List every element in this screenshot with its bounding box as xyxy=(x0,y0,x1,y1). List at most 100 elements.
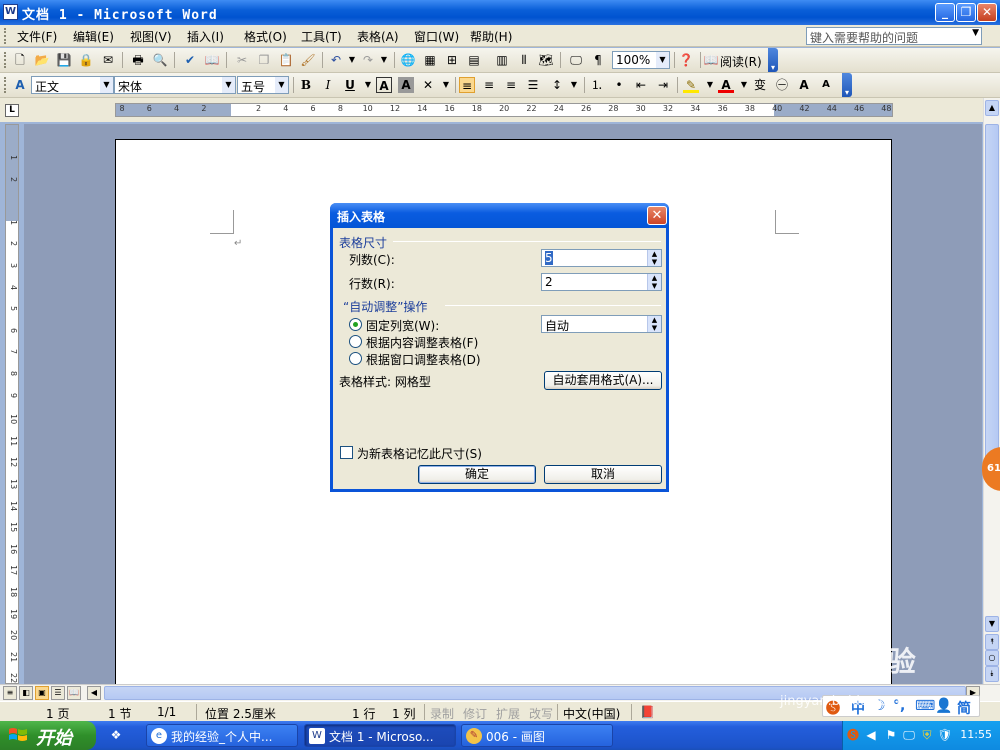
minimize-button[interactable]: _ xyxy=(935,3,955,22)
columns-stepper[interactable]: 5 ▲ ▼ xyxy=(541,249,662,267)
enclose-char-icon[interactable]: ㊀ xyxy=(774,77,790,93)
font-size-select[interactable]: 五号 ▼ xyxy=(237,76,289,94)
document-map-icon[interactable]: 🗺 xyxy=(538,52,554,68)
paste-icon[interactable]: 📋 xyxy=(278,52,294,68)
taskbar-item-paint[interactable]: ✎ 006 - 画图 xyxy=(461,724,613,747)
redo-dropdown-icon[interactable]: ▼ xyxy=(376,52,392,68)
bold-icon[interactable]: B xyxy=(298,77,314,93)
numbering-icon[interactable]: ⒈ xyxy=(589,77,605,93)
toolbar-options-icon[interactable]: ▾ xyxy=(842,73,852,97)
insert-table-icon[interactable]: ⊞ xyxy=(444,52,460,68)
align-right-icon[interactable]: ≡ xyxy=(503,77,519,93)
web-view-icon[interactable]: ◧ xyxy=(19,686,33,700)
show-hide-icon[interactable]: ¶ xyxy=(590,52,606,68)
style-select[interactable]: 正文 ▼ xyxy=(31,76,114,94)
scroll-up-icon[interactable]: ▲ xyxy=(985,100,999,116)
grow-font-icon[interactable]: A xyxy=(796,77,812,93)
quicklaunch-icon[interactable]: ❖ xyxy=(108,727,124,743)
menu-tools[interactable]: 工具(T) xyxy=(301,28,342,45)
status-extend[interactable]: 扩展 xyxy=(496,705,520,722)
shrink-font-icon[interactable]: A xyxy=(818,77,834,93)
chevron-down-icon[interactable]: ▼ xyxy=(100,77,113,93)
help-search-input[interactable]: 键入需要帮助的问题 ▼ xyxy=(806,27,982,45)
chevron-down-icon[interactable]: ▼ xyxy=(275,77,288,93)
previous-page-icon[interactable]: ⯭ xyxy=(985,634,999,650)
styles-formatting-icon[interactable]: A xyxy=(12,77,28,93)
status-overtype[interactable]: 改写 xyxy=(529,705,553,722)
taskbar-item-browser[interactable]: e 我的经验_个人中... xyxy=(146,724,298,747)
tray-app-icon[interactable]: ⚑ xyxy=(883,727,899,743)
menu-insert[interactable]: 插入(I) xyxy=(187,28,224,45)
cancel-button[interactable]: 取消 xyxy=(544,465,662,484)
reading-view-icon[interactable]: 📖 xyxy=(67,686,81,700)
spin-arrows-icon[interactable]: ▲ ▼ xyxy=(647,316,661,332)
toolbar-grip[interactable] xyxy=(4,52,7,68)
ime-user-icon[interactable]: 👤 xyxy=(935,698,952,714)
underline-dropdown-icon[interactable]: ▼ xyxy=(360,77,376,93)
start-button[interactable]: 开始 xyxy=(0,721,96,750)
tray-ime-icon[interactable]: 🅢 xyxy=(845,727,861,743)
font-color-dropdown-icon[interactable]: ▼ xyxy=(736,77,752,93)
help-icon[interactable]: ❓ xyxy=(678,52,694,68)
scrollbar-thumb[interactable] xyxy=(985,124,999,464)
copy-icon[interactable]: ❐ xyxy=(256,52,272,68)
status-language[interactable]: 中文(中国) xyxy=(563,705,620,722)
line-spacing-icon[interactable]: ↕ xyxy=(549,77,565,93)
new-document-icon[interactable]: 🗋 xyxy=(12,52,28,68)
horizontal-ruler[interactable]: 8 6 4 2 2 4 6 8 10 12 14 16 18 20 22 24 26 28 30 32 34 36 38 40… xyxy=(115,103,893,117)
outline-view-icon[interactable]: ☰ xyxy=(51,686,65,700)
menu-format[interactable]: 格式(O) xyxy=(244,28,287,45)
ime-simplified-mode[interactable]: 简 xyxy=(957,698,971,718)
menu-help[interactable]: 帮助(H) xyxy=(470,28,512,45)
format-painter-icon[interactable]: 🖌 xyxy=(300,52,316,68)
insert-excel-icon[interactable]: ▤ xyxy=(466,52,482,68)
taskbar-item-word[interactable]: W 文档 1 - Microso... xyxy=(304,724,456,747)
menu-file[interactable]: 文件(F) xyxy=(17,28,57,45)
remember-size-checkbox[interactable] xyxy=(340,446,353,459)
bullets-icon[interactable]: • xyxy=(611,77,627,93)
permission-icon[interactable]: 🔒 xyxy=(78,52,94,68)
spin-arrows-icon[interactable]: ▲ ▼ xyxy=(647,250,661,266)
vertical-ruler[interactable]: 1 2 1 2 3 4 5 6 7 8 9 10 11 12 13 14 15 16 17 18 19 20 21 22 xyxy=(5,124,19,684)
autofit-window-radio[interactable] xyxy=(349,352,362,365)
drawing-icon[interactable]: ⫴ xyxy=(516,52,532,68)
status-track-changes[interactable]: 修订 xyxy=(463,705,487,722)
print-preview-icon[interactable]: 🔍 xyxy=(152,52,168,68)
chevron-down-icon[interactable]: ▼ xyxy=(222,77,235,93)
line-spacing-dropdown-icon[interactable]: ▼ xyxy=(566,77,582,93)
tab-selector-button[interactable]: L xyxy=(5,104,19,117)
char-shading-icon[interactable]: A xyxy=(398,77,414,93)
ok-button[interactable]: 确定 xyxy=(418,465,536,484)
char-scale-icon[interactable]: ✕ xyxy=(420,77,436,93)
scroll-down-icon[interactable]: ▼ xyxy=(985,616,999,632)
dialog-close-button[interactable]: ✕ xyxy=(647,206,667,225)
decrease-indent-icon[interactable]: ⇤ xyxy=(633,77,649,93)
chevron-down-icon[interactable]: ▼ xyxy=(972,28,979,38)
toolbar-options-icon[interactable]: ▾ xyxy=(768,48,778,72)
close-button[interactable]: ✕ xyxy=(977,3,997,22)
rows-stepper[interactable]: 2 ▲ ▼ xyxy=(541,273,662,291)
undo-dropdown-icon[interactable]: ▼ xyxy=(344,52,360,68)
fixed-width-stepper[interactable]: 自动 ▲ ▼ xyxy=(541,315,662,333)
menu-table[interactable]: 表格(A) xyxy=(357,28,399,45)
menu-view[interactable]: 视图(V) xyxy=(130,28,172,45)
autofit-content-radio[interactable] xyxy=(349,335,362,348)
ime-toolbar[interactable]: 🅢 中 ☽ °, ⌨ 👤 简 xyxy=(822,695,980,717)
autoformat-button[interactable]: 自动套用格式(A)... xyxy=(544,371,662,390)
cut-icon[interactable]: ✂ xyxy=(234,52,250,68)
spelling-status-icon[interactable]: 📕 xyxy=(640,705,655,719)
menu-grip[interactable] xyxy=(4,28,7,44)
tables-borders-icon[interactable]: ▦ xyxy=(422,52,438,68)
tray-security-icon[interactable]: 🛡 xyxy=(937,727,953,743)
word-app-icon[interactable]: W xyxy=(3,4,18,20)
ime-moon-icon[interactable]: ☽ xyxy=(873,698,886,714)
spin-arrows-icon[interactable]: ▲ ▼ xyxy=(647,274,661,290)
columns-icon[interactable]: ▥ xyxy=(494,52,510,68)
browse-object-icon[interactable]: ○ xyxy=(985,650,999,666)
undo-icon[interactable]: ↶ xyxy=(328,52,344,68)
menu-window[interactable]: 窗口(W) xyxy=(414,28,459,45)
clock[interactable]: 11:55 xyxy=(960,728,992,741)
save-icon[interactable]: 💾 xyxy=(56,52,72,68)
underline-icon[interactable]: U xyxy=(342,77,358,93)
highlight-dropdown-icon[interactable]: ▼ xyxy=(702,77,718,93)
